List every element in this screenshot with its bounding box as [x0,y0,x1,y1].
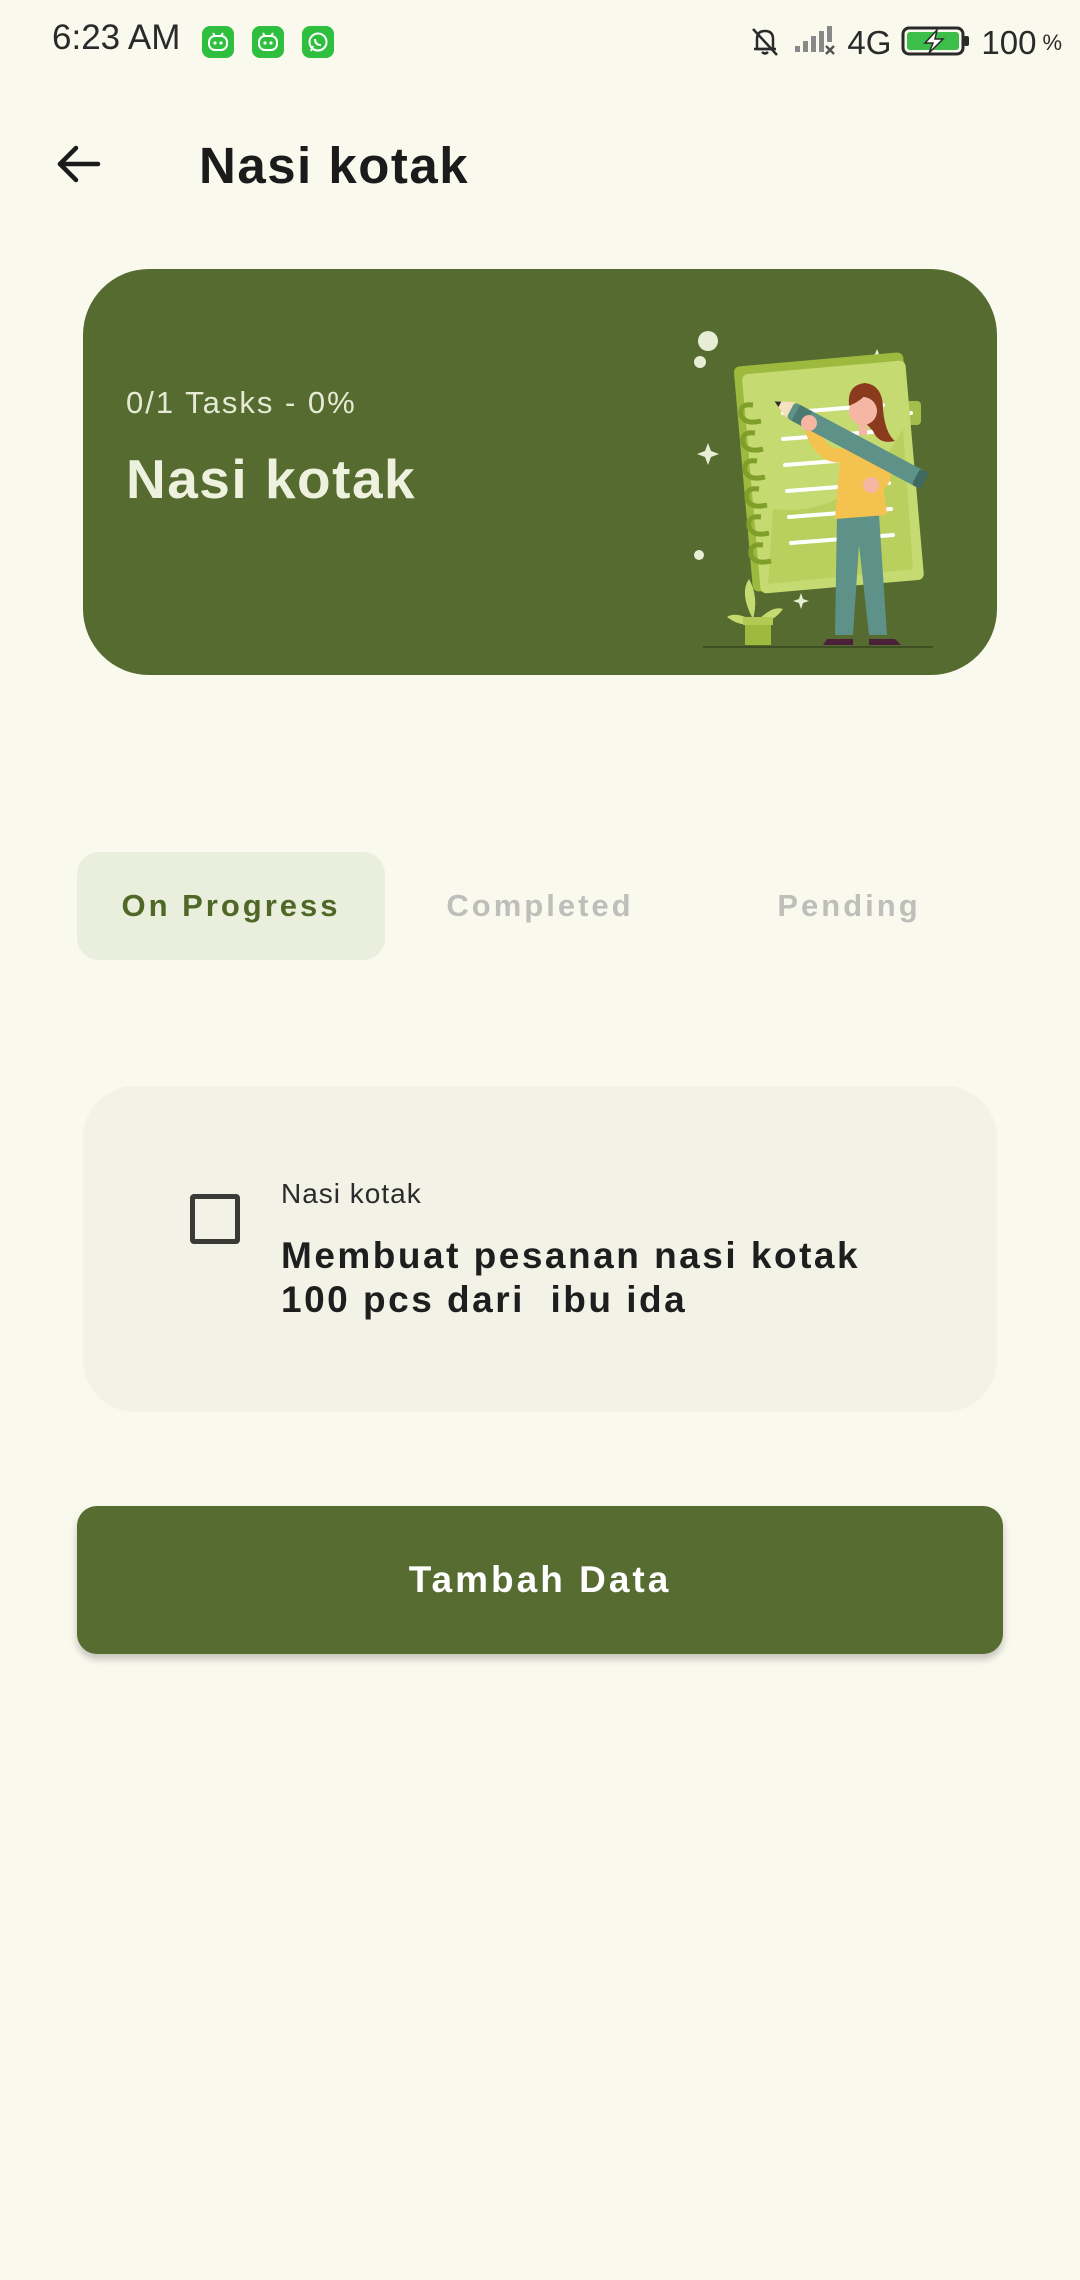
add-data-button[interactable]: Tambah Data [77,1506,1003,1654]
battery-level: 100 [981,24,1037,61]
bell-muted-icon [747,23,783,64]
woman-with-notebook-illustration [603,309,983,649]
status-time: 6:23 AM [52,18,181,57]
network-type: 4G [847,24,892,61]
status-indicators: 4G 100 % [747,18,1062,68]
battery-charging-icon [901,24,971,63]
signal-icon [793,24,837,63]
bot-app-icon [252,26,284,58]
tab-pending[interactable]: Pending [695,852,1003,960]
task-category: Nasi kotak [281,1178,422,1209]
task-checkbox[interactable] [190,1194,240,1244]
back-button[interactable] [40,128,116,204]
tab-completed[interactable]: Completed [386,852,694,960]
arrow-left-icon [52,138,104,195]
app-bar: Nasi kotak [0,120,1080,200]
task-description: Membuat pesanan nasi kotak 100 pcs dari … [281,1235,861,1320]
page-title: Nasi kotak [199,137,470,194]
tab-on-progress[interactable]: On Progress [77,852,385,960]
bot-app-icon [202,26,234,58]
task-card[interactable]: Nasi kotak Membuat pesanan nasi kotak 10… [83,1086,997,1412]
summary-card: 0/1 Tasks - 0% Nasi kotak [83,269,997,675]
status-tabs: On Progress Completed Pending [77,852,1003,960]
status-bar: 6:23 AM 4G 100 % [0,0,1080,88]
battery-unit: % [1042,30,1062,55]
task-progress-text: 0/1 Tasks - 0% [126,385,357,420]
whatsapp-icon [302,26,334,58]
card-title: Nasi kotak [126,448,417,510]
